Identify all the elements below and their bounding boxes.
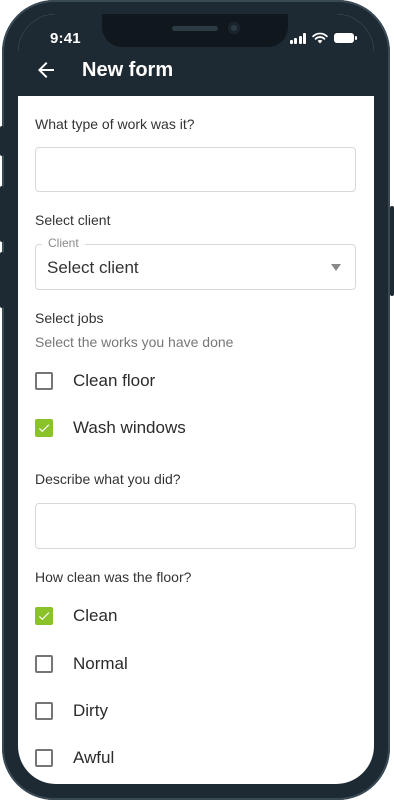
- option-label: Dirty: [73, 701, 108, 720]
- checkbox-icon[interactable]: [35, 607, 53, 625]
- client-select[interactable]: Client Select client: [35, 236, 356, 290]
- checkbox-icon[interactable]: [35, 702, 53, 720]
- power-button: [390, 206, 394, 296]
- back-arrow-icon[interactable]: [34, 58, 58, 82]
- volume-up-button: [0, 186, 4, 242]
- checkbox-option-wash-windows[interactable]: Wash windows: [35, 413, 186, 443]
- describe-input[interactable]: [35, 503, 356, 549]
- checkbox-option-awful[interactable]: Awful: [35, 743, 114, 773]
- checkbox-icon[interactable]: [35, 655, 53, 673]
- signal-icon: [289, 32, 306, 44]
- option-label: Clean floor: [73, 371, 156, 390]
- work-type-label: What type of work was it?: [35, 116, 195, 132]
- front-camera: [228, 22, 240, 34]
- screen: 9:41 New form What type of work was it? …: [18, 14, 374, 784]
- dropdown-arrow-icon: [331, 264, 341, 271]
- jobs-hint: Select the works you have done: [35, 334, 234, 350]
- status-time: 9:41: [50, 30, 81, 47]
- notch: [102, 14, 288, 47]
- client-legend: Client: [42, 236, 85, 250]
- checkbox-icon[interactable]: [35, 749, 53, 767]
- work-type-input[interactable]: [35, 147, 356, 192]
- volume-down-button: [0, 252, 4, 308]
- checkmark-icon: [38, 612, 50, 621]
- page-title: New form: [82, 59, 174, 81]
- checkbox-option-normal[interactable]: Normal: [35, 649, 128, 679]
- client-label: Select client: [35, 212, 111, 228]
- option-label: Wash windows: [73, 418, 186, 437]
- checkbox-option-clean[interactable]: Clean: [35, 601, 117, 631]
- status-icons: [289, 32, 357, 44]
- checkbox-option-clean-floor[interactable]: Clean floor: [35, 366, 155, 396]
- battery-icon: [334, 33, 357, 43]
- describe-label: Describe what you did?: [35, 471, 181, 487]
- option-label: Awful: [73, 748, 115, 767]
- checkbox-icon[interactable]: [35, 419, 53, 437]
- mute-switch: [0, 126, 4, 156]
- checkmark-icon: [38, 424, 50, 433]
- client-select-value: Select client: [47, 258, 139, 277]
- option-label: Clean: [73, 606, 118, 625]
- speaker: [172, 26, 218, 31]
- app-bar: 9:41 New form: [18, 14, 374, 96]
- checkbox-option-dirty[interactable]: Dirty: [35, 696, 108, 726]
- checkbox-icon[interactable]: [35, 372, 53, 390]
- jobs-label: Select jobs: [35, 310, 104, 326]
- wifi-icon: [312, 32, 328, 44]
- option-label: Normal: [73, 654, 128, 673]
- floor-label: How clean was the floor?: [35, 569, 192, 585]
